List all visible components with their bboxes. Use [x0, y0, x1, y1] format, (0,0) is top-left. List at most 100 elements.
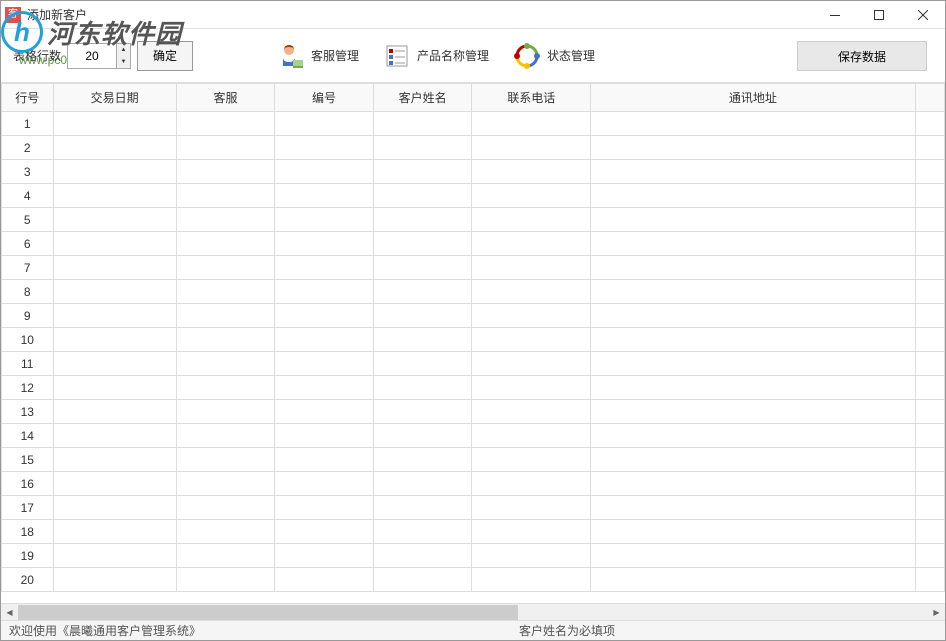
cell-service[interactable]	[176, 256, 275, 280]
table-row[interactable]: 15	[2, 448, 945, 472]
cell-name[interactable]	[373, 424, 472, 448]
cell-rownum[interactable]: 12	[2, 376, 54, 400]
cell-phone[interactable]	[472, 520, 591, 544]
table-row[interactable]: 19	[2, 544, 945, 568]
cell-date[interactable]	[53, 376, 176, 400]
cell-rownum[interactable]: 2	[2, 136, 54, 160]
cell-service[interactable]	[176, 496, 275, 520]
cell-service[interactable]	[176, 160, 275, 184]
cell-phone[interactable]	[472, 208, 591, 232]
save-button[interactable]: 保存数据	[797, 41, 927, 71]
table-row[interactable]: 6	[2, 232, 945, 256]
minimize-button[interactable]	[813, 1, 857, 29]
cell-service[interactable]	[176, 136, 275, 160]
spinner-up-icon[interactable]: ▲	[117, 44, 130, 56]
cell-rownum[interactable]: 5	[2, 208, 54, 232]
horizontal-scrollbar[interactable]: ◀ ▶	[1, 603, 945, 620]
cell-address[interactable]	[591, 280, 916, 304]
cell-code[interactable]	[275, 400, 374, 424]
cell-code[interactable]	[275, 520, 374, 544]
cell-phone[interactable]	[472, 280, 591, 304]
cell-name[interactable]	[373, 568, 472, 592]
header-name[interactable]: 客户姓名	[373, 84, 472, 112]
cell-name[interactable]	[373, 112, 472, 136]
table-row[interactable]: 9	[2, 304, 945, 328]
table-row[interactable]: 7	[2, 256, 945, 280]
table-row[interactable]: 4	[2, 184, 945, 208]
header-phone[interactable]: 联系电话	[472, 84, 591, 112]
cell-date[interactable]	[53, 448, 176, 472]
table-row[interactable]: 11	[2, 352, 945, 376]
cell-address[interactable]	[591, 160, 916, 184]
table-container[interactable]: 行号 交易日期 客服 编号 客户姓名 联系电话 通讯地址 1 2 3	[1, 83, 945, 603]
cell-extra[interactable]	[915, 160, 944, 184]
cell-code[interactable]	[275, 304, 374, 328]
row-count-spinner[interactable]: ▲ ▼	[67, 43, 131, 69]
cell-code[interactable]	[275, 232, 374, 256]
cell-code[interactable]	[275, 160, 374, 184]
cell-extra[interactable]	[915, 448, 944, 472]
cell-extra[interactable]	[915, 184, 944, 208]
cell-rownum[interactable]: 3	[2, 160, 54, 184]
cell-service[interactable]	[176, 568, 275, 592]
table-row[interactable]: 5	[2, 208, 945, 232]
cell-address[interactable]	[591, 400, 916, 424]
cell-service[interactable]	[176, 520, 275, 544]
table-row[interactable]: 2	[2, 136, 945, 160]
cell-phone[interactable]	[472, 472, 591, 496]
cell-date[interactable]	[53, 544, 176, 568]
cell-rownum[interactable]: 8	[2, 280, 54, 304]
cell-address[interactable]	[591, 520, 916, 544]
cell-phone[interactable]	[472, 400, 591, 424]
cell-rownum[interactable]: 10	[2, 328, 54, 352]
cell-name[interactable]	[373, 544, 472, 568]
cell-rownum[interactable]: 20	[2, 568, 54, 592]
cell-code[interactable]	[275, 496, 374, 520]
cell-date[interactable]	[53, 496, 176, 520]
cell-service[interactable]	[176, 376, 275, 400]
cell-date[interactable]	[53, 160, 176, 184]
cell-name[interactable]	[373, 304, 472, 328]
spinner-down-icon[interactable]: ▼	[117, 56, 130, 68]
cell-address[interactable]	[591, 208, 916, 232]
cell-rownum[interactable]: 11	[2, 352, 54, 376]
table-row[interactable]: 13	[2, 400, 945, 424]
cell-rownum[interactable]: 7	[2, 256, 54, 280]
cell-code[interactable]	[275, 424, 374, 448]
confirm-button[interactable]: 确定	[137, 41, 193, 71]
table-row[interactable]: 14	[2, 424, 945, 448]
cell-address[interactable]	[591, 448, 916, 472]
cell-name[interactable]	[373, 208, 472, 232]
cell-extra[interactable]	[915, 352, 944, 376]
cell-date[interactable]	[53, 328, 176, 352]
cell-service[interactable]	[176, 304, 275, 328]
cell-address[interactable]	[591, 496, 916, 520]
cell-service[interactable]	[176, 208, 275, 232]
table-row[interactable]: 3	[2, 160, 945, 184]
cell-extra[interactable]	[915, 520, 944, 544]
cell-address[interactable]	[591, 184, 916, 208]
cell-service[interactable]	[176, 448, 275, 472]
cell-service[interactable]	[176, 544, 275, 568]
cell-code[interactable]	[275, 472, 374, 496]
cell-rownum[interactable]: 4	[2, 184, 54, 208]
cell-rownum[interactable]: 13	[2, 400, 54, 424]
cell-address[interactable]	[591, 352, 916, 376]
cell-date[interactable]	[53, 352, 176, 376]
cell-phone[interactable]	[472, 136, 591, 160]
cell-phone[interactable]	[472, 424, 591, 448]
cell-date[interactable]	[53, 520, 176, 544]
cell-code[interactable]	[275, 280, 374, 304]
cell-phone[interactable]	[472, 496, 591, 520]
scroll-left-icon[interactable]: ◀	[1, 605, 18, 620]
service-manage-button[interactable]: 客服管理	[277, 42, 359, 70]
cell-extra[interactable]	[915, 232, 944, 256]
cell-address[interactable]	[591, 568, 916, 592]
cell-date[interactable]	[53, 280, 176, 304]
cell-extra[interactable]	[915, 280, 944, 304]
cell-code[interactable]	[275, 544, 374, 568]
cell-name[interactable]	[373, 160, 472, 184]
cell-date[interactable]	[53, 424, 176, 448]
cell-code[interactable]	[275, 328, 374, 352]
cell-date[interactable]	[53, 136, 176, 160]
